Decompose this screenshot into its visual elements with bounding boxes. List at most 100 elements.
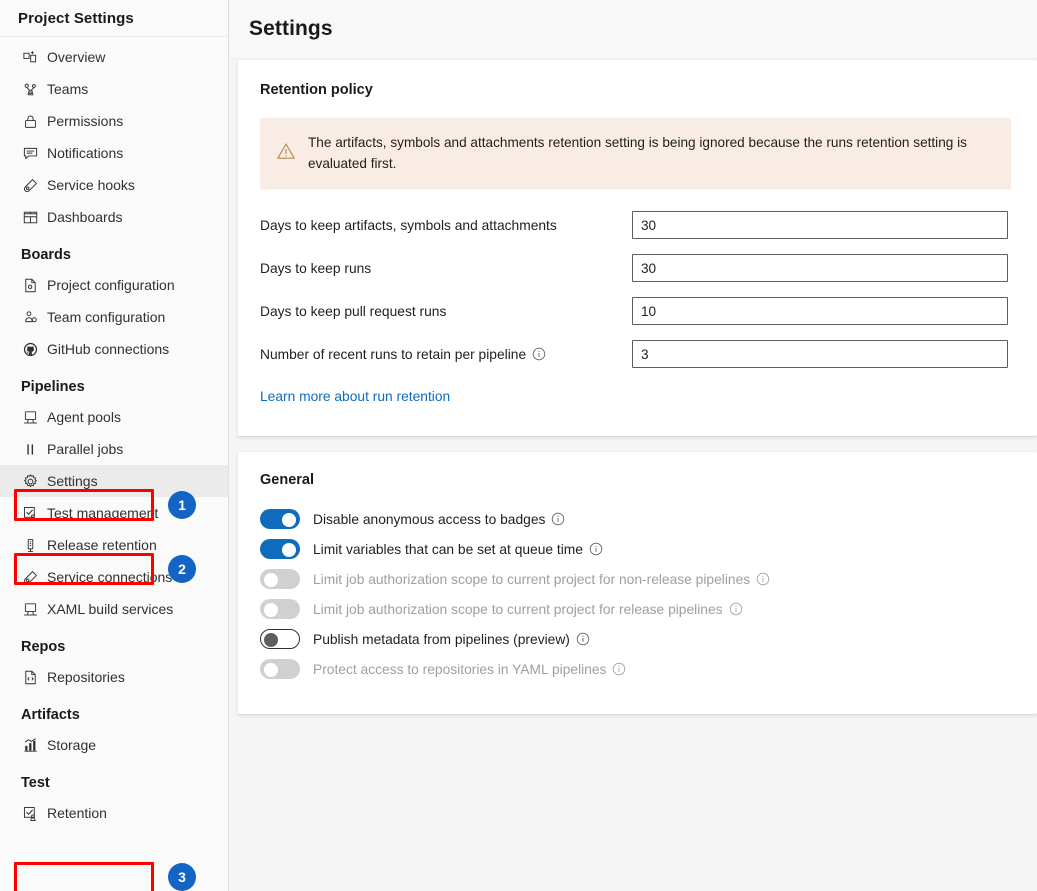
toggle-switch[interactable] [260,509,300,529]
toggle-label: Limit job authorization scope to current… [313,572,770,587]
sidebar-item-label: Agent pools [47,409,121,425]
general-toggle-row: Limit variables that can be set at queue… [260,536,1011,562]
sidebar-item-agent-pools[interactable]: Agent pools [0,401,228,433]
toggle-knob [282,513,296,527]
annotation-badge-3: 3 [168,863,196,891]
sidebar-item-label: Retention [47,805,107,821]
general-toggle-row: Protect access to repositories in YAML p… [260,656,1011,682]
annotation-badge-1: 1 [168,491,196,519]
sidebar-item-label: Release retention [47,537,157,553]
sidebar-item-label: Team configuration [47,309,165,325]
general-card: General Disable anonymous access to badg… [238,452,1037,714]
sidebar-group-artifacts: Artifacts [0,693,228,729]
main-header: Settings [229,0,1037,59]
sidebar-item-label: Service hooks [47,177,135,193]
overview-icon [21,48,39,66]
sidebar-item-teams[interactable]: Teams [0,73,228,105]
release-retention-icon [21,536,39,554]
toggle-label: Limit job authorization scope to current… [313,602,743,617]
retention-field-input[interactable] [632,211,1008,239]
sidebar-title: Project Settings [0,0,228,37]
test-retention-icon [21,804,39,822]
general-title: General [260,472,1011,488]
info-icon[interactable] [576,632,590,646]
toggle-knob [264,573,278,587]
sidebar-item-settings[interactable]: Settings [0,465,228,497]
sidebar-item-storage[interactable]: Storage [0,729,228,761]
lock-icon [21,112,39,130]
info-icon[interactable] [612,662,626,676]
parallel-jobs-icon [21,440,39,458]
retention-field-label-text: Number of recent runs to retain per pipe… [260,347,526,362]
page-title: Settings [249,17,333,41]
retention-field-list: Days to keep artifacts, symbols and atta… [260,211,1011,368]
toggle-switch[interactable] [260,539,300,559]
info-icon[interactable] [756,572,770,586]
sidebar-item-label: Repositories [47,669,125,685]
dashboards-icon [21,208,39,226]
agent-pools-icon [21,408,39,426]
general-toggle-row: Limit job authorization scope to current… [260,596,1011,622]
retention-warning-text: The artifacts, symbols and attachments r… [308,132,995,174]
retention-field-input[interactable] [632,340,1008,368]
annotation-badge-2: 2 [168,555,196,583]
sidebar-item-label: Overview [47,49,105,65]
toggle-label: Limit variables that can be set at queue… [313,542,603,557]
sidebar-item-label: Parallel jobs [47,441,123,457]
toggle-label-text: Publish metadata from pipelines (preview… [313,632,570,647]
sidebar-item-label: Service connections [47,569,172,585]
sidebar-item-label: Settings [47,473,98,489]
retention-field-row: Number of recent runs to retain per pipe… [260,340,1011,368]
toggle-label: Disable anonymous access to badges [313,512,565,527]
toggle-switch[interactable] [260,629,300,649]
toggle-label-text: Limit variables that can be set at queue… [313,542,583,557]
retention-field-label-text: Days to keep runs [260,261,371,276]
sidebar-item-service-hooks[interactable]: Service hooks [0,169,228,201]
info-icon[interactable] [729,602,743,616]
sidebar-item-label: XAML build services [47,601,173,617]
general-toggle-list: Disable anonymous access to badges Limit … [260,506,1011,682]
sidebar-item-github-connections[interactable]: GitHub connections [0,333,228,365]
sidebar-item-overview[interactable]: Overview [0,41,228,73]
retention-field-input[interactable] [632,254,1008,282]
learn-more-run-retention-link[interactable]: Learn more about run retention [260,389,450,404]
sidebar-item-label: Test management [47,505,158,521]
sidebar-item-parallel-jobs[interactable]: Parallel jobs [0,433,228,465]
sidebar-item-permissions[interactable]: Permissions [0,105,228,137]
info-icon[interactable] [589,542,603,556]
toggle-label-text: Limit job authorization scope to current… [313,602,723,617]
sidebar-group-repos: Repos [0,625,228,661]
toggle-switch [260,659,300,679]
info-icon[interactable] [532,347,546,361]
toggle-label: Publish metadata from pipelines (preview… [313,632,590,647]
sidebar-item-notifications[interactable]: Notifications [0,137,228,169]
retention-field-row: Days to keep runs [260,254,1011,282]
service-hooks-icon [21,176,39,194]
toggle-label: Protect access to repositories in YAML p… [313,662,626,677]
retention-field-row: Days to keep pull request runs [260,297,1011,325]
sidebar-item-release-retention[interactable]: Release retention [0,529,228,561]
retention-field-label-text: Days to keep artifacts, symbols and atta… [260,218,557,233]
retention-policy-card: Retention policy The artifacts, symbols … [238,60,1037,436]
info-icon[interactable] [551,512,565,526]
notification-icon [21,144,39,162]
retention-field-label: Days to keep artifacts, symbols and atta… [260,218,632,233]
sidebar-item-dashboards[interactable]: Dashboards [0,201,228,233]
sidebar-item-label: Dashboards [47,209,123,225]
team-configuration-icon [21,308,39,326]
sidebar-item-project-configuration[interactable]: Project configuration [0,269,228,301]
retention-field-input[interactable] [632,297,1008,325]
toggle-knob [282,543,296,557]
toggle-knob [264,663,278,677]
warning-icon [276,141,296,166]
sidebar-nav: Overview TeamsPermissionsNotifications Ser… [0,37,228,829]
sidebar-item-xaml-build-services[interactable]: XAML build services [0,593,228,625]
service-connections-icon [21,568,39,586]
retention-warning-banner: The artifacts, symbols and attachments r… [260,118,1011,189]
sidebar: Project Settings Overview TeamsPermission… [0,0,229,891]
sidebar-item-repositories[interactable]: Repositories [0,661,228,693]
sidebar-item-team-configuration[interactable]: Team configuration [0,301,228,333]
toggle-knob [264,633,278,647]
toggle-label-text: Limit job authorization scope to current… [313,572,750,587]
sidebar-item-retention[interactable]: Retention [0,797,228,829]
